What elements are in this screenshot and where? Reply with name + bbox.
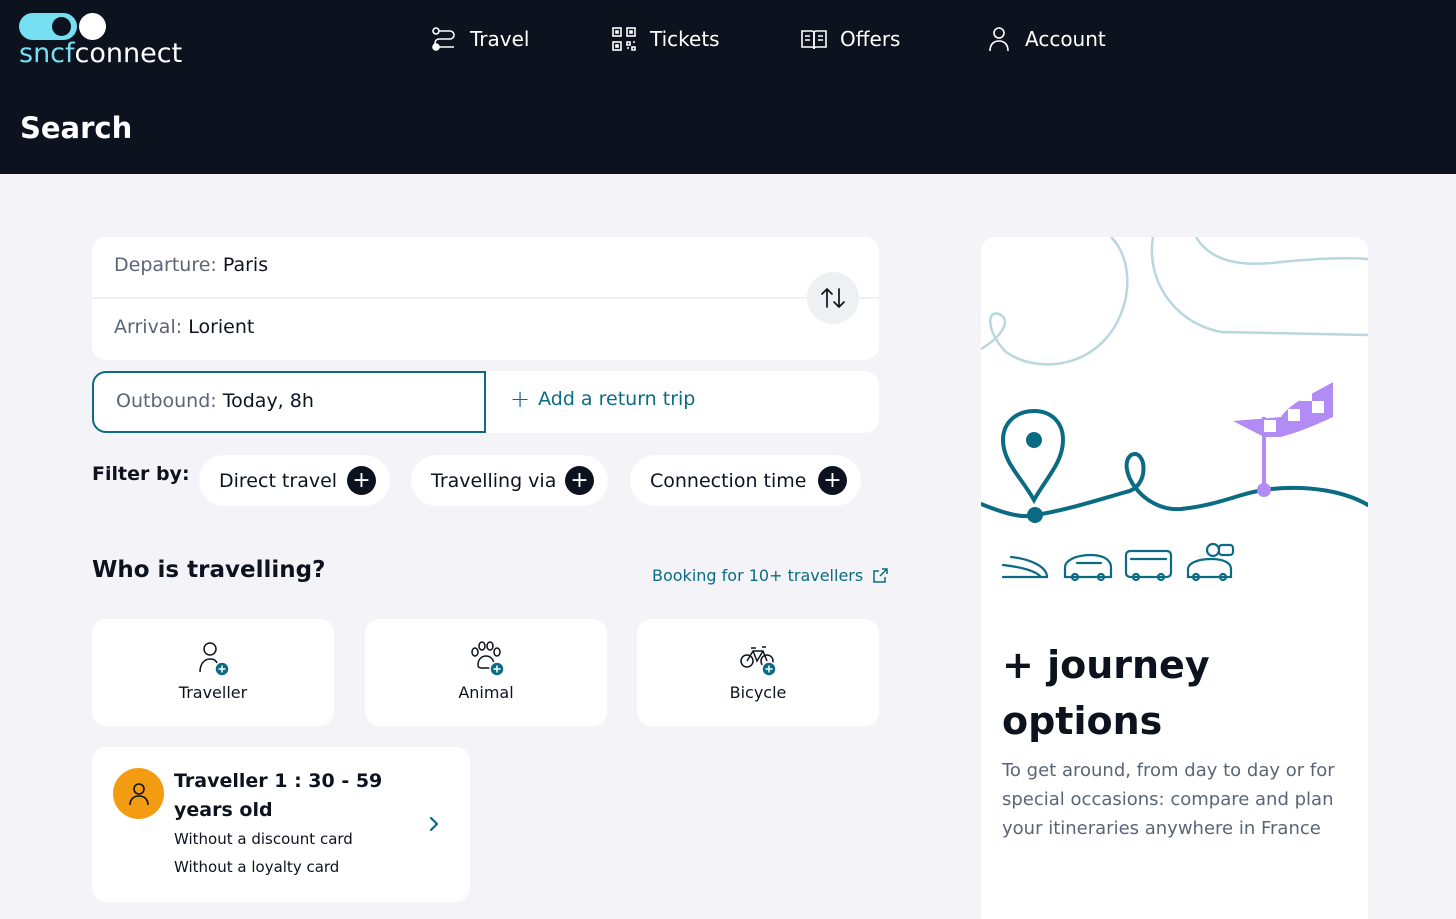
traveller-1-loyalty: Without a loyalty card [174, 858, 340, 876]
filter-connection-time-label: Connection time [650, 469, 807, 492]
plus-circle-icon: + [347, 466, 376, 495]
chevron-right-icon [429, 816, 439, 832]
logo-toggle-icon [19, 13, 77, 40]
promo-title: + journey options [1002, 637, 1210, 749]
animal-tile-label: Animal [458, 683, 514, 702]
logo-dot-icon [79, 13, 106, 40]
qr-code-icon [612, 27, 636, 51]
bicycle-tile-label: Bicycle [729, 683, 787, 702]
dates-card: Outbound: Today, 8h + Add a return trip [92, 371, 879, 433]
nav-account-label: Account [1025, 27, 1106, 51]
traveller-1-discount: Without a discount card [174, 830, 353, 848]
journey-options-promo[interactable]: + journey options To get around, from da… [981, 237, 1368, 919]
external-link-icon [873, 568, 888, 583]
promo-description: To get around, from day to day or for sp… [1002, 760, 1335, 839]
plus-circle-icon: + [565, 466, 594, 495]
page-title: Search [20, 111, 133, 145]
user-icon [128, 782, 149, 805]
top-header: sncfconnect Travel Tickets Offers Accoun… [0, 0, 1456, 174]
user-icon [989, 27, 1009, 52]
route-card: Departure: Paris Arrival: Lorient [92, 237, 879, 360]
promo-title-line2: options [1002, 699, 1163, 743]
route-divider [92, 297, 879, 299]
paw-icon [471, 641, 505, 677]
logo-part-connect: connect [74, 38, 183, 69]
nav-offers[interactable]: Offers [800, 22, 900, 56]
filter-label: Filter by: [92, 463, 190, 485]
book-icon [801, 30, 827, 50]
departure-value: Paris [222, 254, 269, 276]
logo-part-sncf: sncf [19, 38, 75, 69]
route-icon [432, 27, 455, 51]
arrival-value: Lorient [188, 316, 255, 338]
booking-10-plus-label: Booking for 10+ travellers [652, 566, 864, 585]
traveller-1-card[interactable]: Traveller 1 : 30 - 59 years old Without … [92, 747, 470, 902]
filter-connection-time[interactable]: Connection time + [630, 455, 861, 506]
nav-travel[interactable]: Travel [430, 22, 529, 56]
add-return-trip-button[interactable]: + Add a return trip [510, 385, 696, 413]
journey-illustration [981, 237, 1368, 582]
arrival-label: Arrival: [114, 316, 183, 338]
filter-direct-travel-label: Direct travel [219, 469, 338, 492]
swap-stations-button[interactable] [807, 272, 859, 324]
filter-direct-travel[interactable]: Direct travel + [199, 455, 390, 506]
nav-account[interactable]: Account [985, 22, 1106, 56]
add-return-trip-label: Add a return trip [538, 388, 696, 410]
add-bicycle-tile[interactable]: Bicycle [637, 619, 879, 726]
sncf-connect-logo[interactable]: sncfconnect [19, 13, 194, 73]
plus-icon: + [510, 385, 531, 413]
bicycle-icon [740, 646, 777, 677]
traveller-tile-label: Traveller [178, 683, 248, 702]
nav-offers-label: Offers [840, 27, 901, 51]
arrival-field[interactable]: Arrival: Lorient [114, 316, 254, 338]
booking-10-plus-link[interactable]: Booking for 10+ travellers [652, 566, 889, 585]
outbound-date-field[interactable]: Outbound: Today, 8h [92, 371, 486, 433]
nav-tickets[interactable]: Tickets [610, 22, 720, 56]
outbound-value: Today, 8h [222, 390, 314, 412]
logo-wordmark: sncfconnect [19, 37, 182, 71]
filter-travelling-via-label: Travelling via [431, 469, 557, 492]
avatar [113, 768, 164, 819]
add-traveller-tile[interactable]: Traveller [92, 619, 334, 726]
departure-field[interactable]: Departure: Paris [114, 254, 268, 276]
travellers-heading: Who is travelling? [92, 557, 326, 583]
swap-arrows-icon [821, 288, 845, 308]
promo-title-line1: + journey [1002, 643, 1210, 687]
departure-label: Departure: [114, 254, 217, 276]
add-person-icon [199, 642, 230, 677]
nav-travel-label: Travel [470, 27, 530, 51]
outbound-label: Outbound: [116, 390, 217, 412]
filter-travelling-via[interactable]: Travelling via + [411, 455, 608, 506]
plus-circle-icon: + [818, 466, 847, 495]
add-animal-tile[interactable]: Animal [365, 619, 607, 726]
nav-tickets-label: Tickets [650, 27, 720, 51]
traveller-1-name: Traveller 1 : 30 - 59 years old [174, 770, 383, 821]
